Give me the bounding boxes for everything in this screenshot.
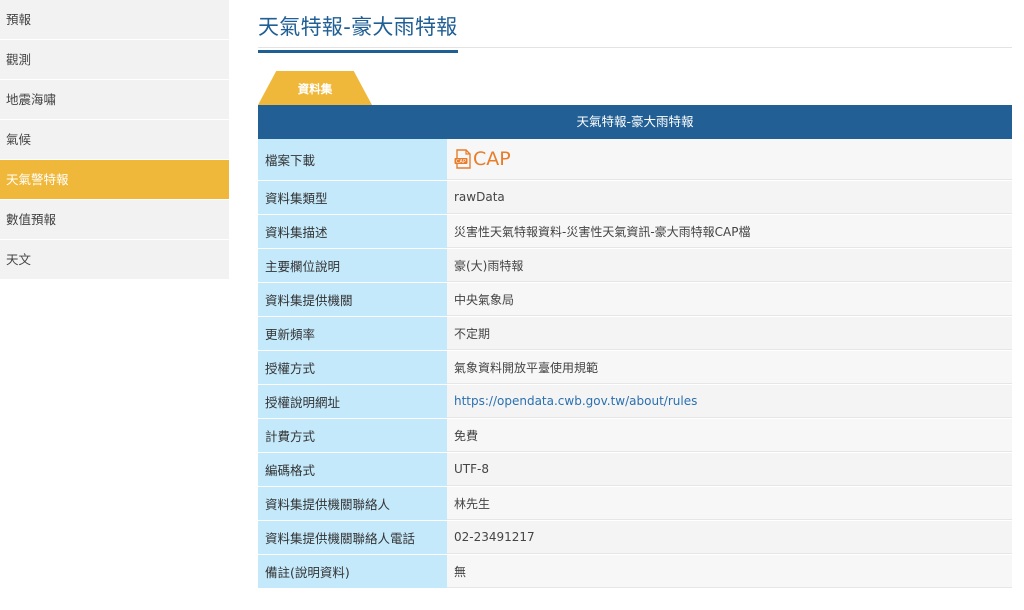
row-label: 資料集類型 (258, 181, 447, 214)
row-value: 02-23491217 (447, 521, 1012, 554)
row-label: 備註(說明資料) (258, 555, 447, 588)
row-label: 更新頻率 (258, 317, 447, 350)
row-label: 主要欄位說明 (258, 249, 447, 282)
row-value: 災害性天氣特報資料-災害性天氣資訊-豪大雨特報CAP檔 (447, 215, 1012, 248)
row-value: 免費 (447, 419, 1012, 452)
cap-download-link[interactable]: CAP CAP (454, 148, 511, 170)
table-row: 資料集提供機關聯絡人 林先生 (258, 487, 1012, 521)
sidebar-item-numerical-forecast[interactable]: 數值預報 (0, 200, 229, 240)
table-row: 編碼格式 UTF-8 (258, 453, 1012, 487)
row-value: 中央氣象局 (447, 283, 1012, 316)
sidebar-item-observation[interactable]: 觀測 (0, 40, 229, 80)
tab-dataset[interactable]: 資料集 (258, 71, 372, 105)
table-row: 資料集類型 rawData (258, 181, 1012, 215)
sidebar-item-weather-warnings[interactable]: 天氣警特報 (0, 160, 229, 200)
title-area: 天氣特報-豪大雨特報 (258, 0, 1012, 53)
svg-text:CAP: CAP (456, 159, 466, 165)
table-row: 資料集提供機關 中央氣象局 (258, 283, 1012, 317)
table-header: 天氣特報-豪大雨特報 (258, 105, 1012, 139)
row-value: 氣象資料開放平臺使用規範 (447, 351, 1012, 384)
row-label: 編碼格式 (258, 453, 447, 486)
row-value: UTF-8 (447, 453, 1012, 486)
row-value: CAP CAP (447, 139, 1012, 180)
table-row: 檔案下載 CAP CAP (258, 139, 1012, 181)
row-label: 資料集描述 (258, 215, 447, 248)
row-value: 無 (447, 555, 1012, 588)
row-label: 資料集提供機關聯絡人 (258, 487, 447, 520)
dataset-table: 檔案下載 CAP CAP 資料集類型 rawData 資料集描述 災害性天氣特報 (258, 139, 1012, 589)
table-row: 資料集提供機關聯絡人電話 02-23491217 (258, 521, 1012, 555)
cap-link-text: CAP (473, 148, 511, 170)
tab-row: 資料集 (258, 48, 1012, 105)
main-content: 天氣特報-豪大雨特報 資料集 天氣特報-豪大雨特報 檔案下載 CAP CAP 資… (258, 0, 1012, 589)
table-row: 更新頻率 不定期 (258, 317, 1012, 351)
page-title: 天氣特報-豪大雨特報 (258, 11, 458, 53)
license-url-link[interactable]: https://opendata.cwb.gov.tw/about/rules (447, 385, 1012, 418)
sidebar-item-earthquake-tsunami[interactable]: 地震海嘯 (0, 80, 229, 120)
row-label: 檔案下載 (258, 139, 447, 180)
sidebar: 預報 觀測 地震海嘯 氣候 天氣警特報 數值預報 天文 (0, 0, 229, 280)
sidebar-item-forecast[interactable]: 預報 (0, 0, 229, 40)
table-row: 計費方式 免費 (258, 419, 1012, 453)
sidebar-item-astronomy[interactable]: 天文 (0, 240, 229, 280)
row-value: 豪(大)雨特報 (447, 249, 1012, 282)
row-value: 林先生 (447, 487, 1012, 520)
table-row: 資料集描述 災害性天氣特報資料-災害性天氣資訊-豪大雨特報CAP檔 (258, 215, 1012, 249)
table-row: 主要欄位說明 豪(大)雨特報 (258, 249, 1012, 283)
table-row: 備註(說明資料) 無 (258, 555, 1012, 589)
table-row: 授權方式 氣象資料開放平臺使用規範 (258, 351, 1012, 385)
table-row: 授權說明網址 https://opendata.cwb.gov.tw/about… (258, 385, 1012, 419)
row-label: 授權方式 (258, 351, 447, 384)
row-label: 授權說明網址 (258, 385, 447, 418)
row-label: 資料集提供機關聯絡人電話 (258, 521, 447, 554)
row-value: rawData (447, 181, 1012, 214)
row-value: 不定期 (447, 317, 1012, 350)
cap-file-icon: CAP (454, 149, 471, 169)
sidebar-item-climate[interactable]: 氣候 (0, 120, 229, 160)
row-label: 資料集提供機關 (258, 283, 447, 316)
row-label: 計費方式 (258, 419, 447, 452)
